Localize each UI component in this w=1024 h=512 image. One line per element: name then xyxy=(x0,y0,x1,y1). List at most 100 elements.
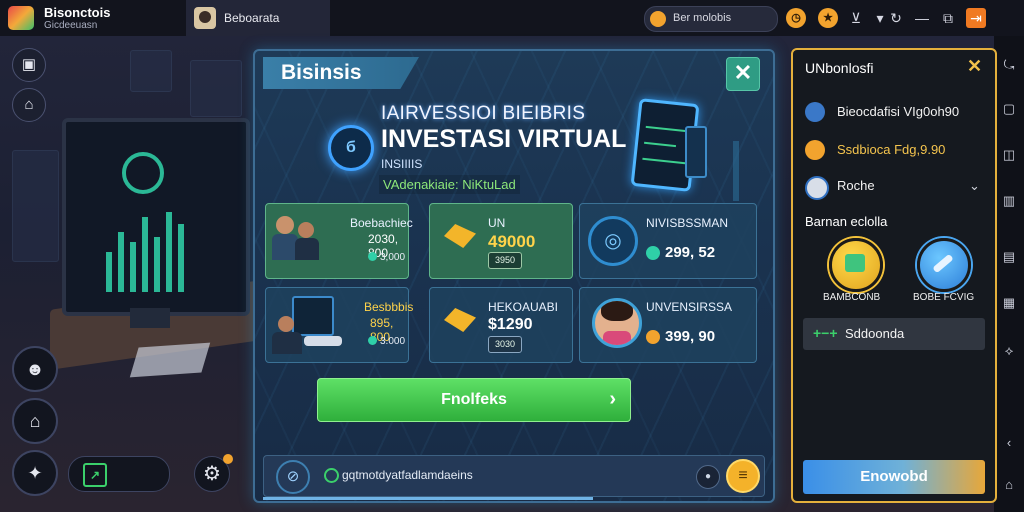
hero-tagline: VAdenakiaie: NiKtuLad xyxy=(379,175,520,194)
screenshot-button[interactable]: ▣ xyxy=(12,48,46,82)
minimize-icon[interactable]: — xyxy=(912,8,932,28)
target-icon: ◎ xyxy=(588,216,638,266)
chevron-right-icon: › xyxy=(609,388,616,410)
card-title: Besbbbis xyxy=(364,300,414,314)
monitor-stand xyxy=(130,308,170,328)
wall-frame xyxy=(12,150,59,262)
investment-card[interactable]: Besbbbis 895, 800 3.000 xyxy=(265,287,413,363)
footer-progress-line xyxy=(263,497,593,500)
card-value-row: 299, 52 xyxy=(646,244,715,261)
restore-icon[interactable]: ⧉ xyxy=(938,8,958,28)
close-icon[interactable]: ✕ xyxy=(967,56,982,77)
card-title: NIVISBSSMAN xyxy=(646,216,729,230)
wall-frame xyxy=(190,60,242,117)
record-icon[interactable]: ▤ xyxy=(1000,248,1018,266)
card-chip: 3030 xyxy=(488,336,522,353)
card-sub-value: 3.000 xyxy=(380,336,406,347)
investment-card[interactable]: ◎ NIVISBSSMAN 299, 52 xyxy=(579,203,757,279)
upgrade-caption: BAMBCONB xyxy=(823,292,881,303)
chevron-down-icon[interactable]: ⌄ xyxy=(969,178,980,194)
dialog-title: Bisinsis xyxy=(263,57,419,89)
compass-icon[interactable]: ⊘ xyxy=(276,460,310,494)
phone-icon xyxy=(685,126,707,178)
panel-row-label: Roche xyxy=(837,178,875,193)
panel-title: UNbonlosfi xyxy=(805,60,874,76)
hero-heading: INVESTASI VIRTUAL xyxy=(381,125,627,153)
download-icon[interactable]: ⊻ xyxy=(846,8,866,28)
game-thumbnail-icon xyxy=(194,7,216,29)
map-button[interactable]: ✦ xyxy=(12,450,58,496)
manager-avatar-icon xyxy=(592,298,642,348)
status-ring-icon xyxy=(324,468,339,483)
clock-icon[interactable]: ◷ xyxy=(786,8,806,28)
card-value-row: 399, 90 xyxy=(646,328,715,345)
home-button[interactable]: ⌂ xyxy=(12,88,46,122)
app-title: Bisonctois xyxy=(44,5,111,20)
panel-row-label: Bieocdafisi VIg0oh90 xyxy=(837,104,960,119)
coin-icon xyxy=(646,245,660,260)
card-value: 49000 xyxy=(488,232,536,251)
coin-icon xyxy=(368,336,377,345)
back-icon[interactable]: ‹ xyxy=(1000,434,1018,452)
exit-icon[interactable]: ⇥ xyxy=(966,8,986,28)
investment-card[interactable]: UNVENSIRSSA 399, 90 xyxy=(579,287,757,363)
panel-section-title: Barnan eclolla xyxy=(805,214,888,229)
hero-subtitle: INSIIIIS xyxy=(381,157,423,171)
screen-icon[interactable]: ▢ xyxy=(1000,100,1018,118)
card-sub-value: 3,000 xyxy=(380,252,406,263)
record-dot-icon[interactable]: ● xyxy=(696,465,720,489)
tool-upgrade-icon[interactable] xyxy=(917,238,971,292)
reward-icon[interactable]: ★ xyxy=(818,8,838,28)
skills-button[interactable]: ☻ xyxy=(12,346,58,392)
media-icon[interactable]: ▦ xyxy=(1000,294,1018,312)
coin-label: Ber molobis xyxy=(673,12,732,24)
deco-bar xyxy=(733,141,739,201)
proceed-button[interactable]: Fnolfeks › xyxy=(317,378,631,422)
bank-icon xyxy=(805,102,825,122)
card-sub: 3.000 xyxy=(368,336,405,347)
refresh-icon[interactable]: ↻ xyxy=(886,8,906,28)
card-value: 399, 90 xyxy=(665,328,716,345)
team-portrait-icon xyxy=(270,212,322,266)
rotate-icon[interactable]: ⤿ xyxy=(1000,56,1018,74)
keyboard-icon[interactable]: ▥ xyxy=(1000,192,1018,210)
coin-icon xyxy=(650,11,666,27)
card-title: UNVENSIRSSA xyxy=(646,300,733,314)
globe-icon xyxy=(805,176,829,200)
coin-icon xyxy=(646,329,660,344)
investment-card[interactable]: UN 49000 3950 xyxy=(429,203,573,279)
hero-heading-top: IAIRVESSIOI BIEIBRIS xyxy=(381,103,586,124)
investment-card[interactable]: HEKOAUABI $1290 3030 xyxy=(429,287,573,363)
coin-balance-pill[interactable]: Ber molobis xyxy=(644,6,778,32)
panel-row-label: Ssdbioca Fdg,9.90 xyxy=(837,142,946,157)
stats-pill[interactable]: ↗ xyxy=(68,456,170,492)
close-icon[interactable]: ✕ xyxy=(726,57,760,91)
building-button[interactable]: ⌂ xyxy=(12,398,58,444)
app-logo xyxy=(8,6,34,30)
chart-icon: ↗ xyxy=(83,463,107,487)
notification-badge xyxy=(223,454,233,464)
paper-sheet xyxy=(129,342,211,378)
footer-text: gqtmotdyatfadlamdaeins xyxy=(342,468,473,482)
app-subtitle: Gicdeeuasn xyxy=(44,20,98,31)
tab-label: Beboarata xyxy=(224,11,280,25)
card-value: 299, 52 xyxy=(665,244,716,261)
upgrade-caption: BOBE FCVIG xyxy=(913,292,975,303)
home-nav-icon[interactable]: ⌂ xyxy=(1000,476,1018,494)
building-upgrade-icon[interactable] xyxy=(829,238,883,292)
card-value: $1290 xyxy=(488,316,533,333)
monitor xyxy=(62,118,250,316)
investment-emblem-icon: б xyxy=(328,125,374,171)
volume-icon[interactable]: ◫ xyxy=(1000,146,1018,164)
panel-action-button[interactable]: Enowobd xyxy=(803,460,985,494)
tab-game[interactable]: Beboarata xyxy=(186,0,330,36)
dialog-footer: ⊘ gqtmotdyatfadlamdaeins ● ≡ xyxy=(263,455,765,497)
panel-input-row[interactable]: +−+ Sddoonda xyxy=(803,318,985,350)
shake-icon[interactable]: ⟡ xyxy=(1000,342,1018,360)
right-toolbar: ⤿ ▢ ◫ ▥ ▤ ▦ ⟡ ‹ ⌂ xyxy=(994,36,1024,512)
investment-card[interactable]: Boebachiec 2030, 800 3,000 xyxy=(265,203,413,279)
card-chip: 3950 xyxy=(488,252,522,269)
card-title: HEKOAUABI xyxy=(488,300,559,314)
panel-input-label: Sddoonda xyxy=(845,326,905,341)
gold-coin-icon[interactable]: ≡ xyxy=(726,459,760,493)
